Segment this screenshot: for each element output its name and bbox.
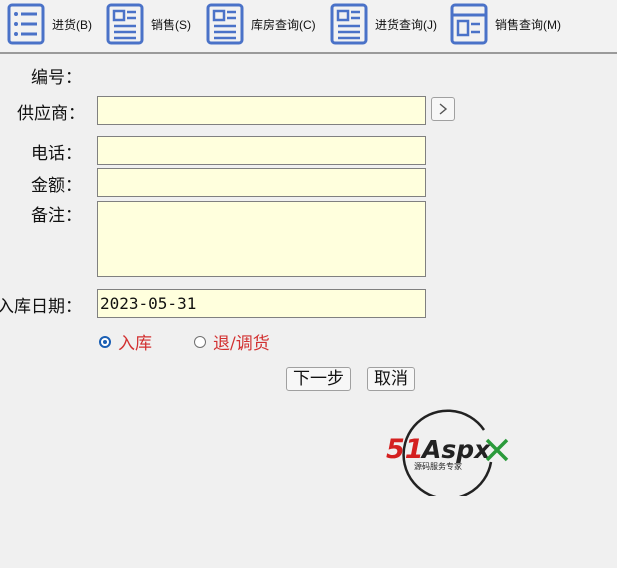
date-input[interactable] [97, 289, 426, 318]
warehouse-query-button[interactable]: 库房查询(C) [205, 0, 316, 48]
next-button[interactable]: 下一步 [286, 367, 351, 391]
logo-tagline: 源码服务专家 [414, 461, 462, 471]
logo-icon: 51 Aspx 源码服务专家 [386, 409, 509, 500]
purchase-button[interactable]: 进货(B) [6, 0, 92, 48]
supplier-browse-button[interactable] [431, 97, 455, 121]
sales-query-button[interactable]: 销售查询(M) [449, 0, 561, 48]
sales-button[interactable]: 销售(S) [105, 0, 191, 48]
remark-textarea[interactable] [97, 201, 426, 277]
radio-in-stock-label: 入库 [118, 334, 152, 354]
supplier-input[interactable] [97, 96, 426, 125]
sales-label: 销售(S) [151, 17, 191, 32]
brand-logo: 51 Aspx 源码服务专家 [383, 400, 515, 500]
radio-return-label: 退/调货 [213, 334, 270, 354]
number-label: 编号： [31, 68, 82, 88]
phone-input[interactable] [97, 136, 426, 165]
radio-return[interactable]: 退/调货 [194, 329, 270, 354]
document-icon [330, 3, 368, 45]
amount-input[interactable] [97, 168, 426, 197]
purchase-query-button[interactable]: 进货查询(J) [329, 0, 437, 48]
warehouse-query-label: 库房查询(C) [251, 17, 316, 32]
chevron-right-icon [439, 103, 448, 115]
radio-checked-icon [99, 335, 111, 348]
form-icon [450, 3, 488, 45]
logo-brand-main: 51 [386, 434, 424, 465]
document-icon [106, 3, 144, 45]
date-label: 入库日期： [0, 297, 82, 317]
phone-label: 电话： [31, 144, 82, 164]
purchase-label: 进货(B) [52, 17, 92, 32]
logo-brand-rest: Aspx [420, 435, 491, 464]
cancel-button[interactable]: 取消 [367, 367, 415, 391]
document-icon [206, 3, 244, 45]
toolbar: 进货(B) 销售(S) 库房查询(C) 进货查询(J) 销售查询(M) [0, 0, 617, 54]
supplier-label: 供应商： [17, 104, 85, 124]
sales-query-label: 销售查询(M) [495, 17, 561, 32]
list-icon [7, 3, 45, 45]
amount-label: 金额： [31, 176, 82, 196]
radio-in-stock[interactable]: 入库 [99, 329, 152, 354]
purchase-query-label: 进货查询(J) [375, 17, 437, 32]
remark-label: 备注： [31, 206, 82, 226]
radio-unchecked-icon [194, 335, 206, 348]
